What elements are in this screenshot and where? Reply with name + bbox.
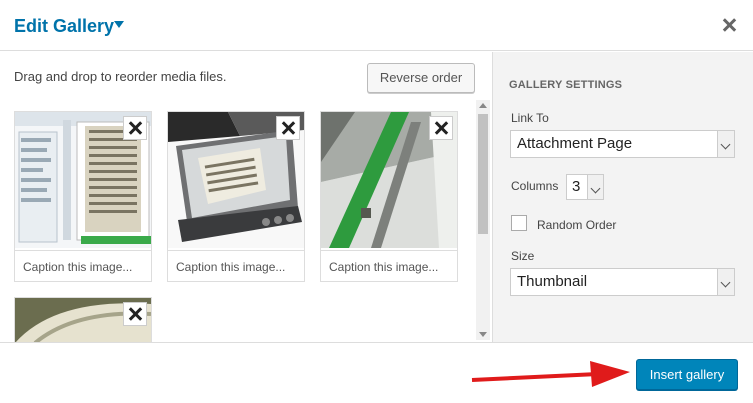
- size-label: Size: [511, 249, 535, 263]
- random-order-label: Random Order: [537, 218, 617, 232]
- columns-select[interactable]: 3: [566, 174, 604, 200]
- chevron-down-icon: [587, 175, 603, 199]
- link-to-select[interactable]: Attachment Page: [510, 130, 735, 158]
- scrollbar[interactable]: [476, 100, 490, 340]
- gallery-item[interactable]: [14, 297, 152, 343]
- link-to-label: Link To: [511, 111, 549, 125]
- settings-title: GALLERY SETTINGS: [509, 79, 623, 91]
- close-icon[interactable]: [719, 15, 739, 35]
- gallery-main: Drag and drop to reorder media files. Re…: [0, 52, 492, 343]
- remove-icon[interactable]: [429, 116, 453, 140]
- reverse-order-button[interactable]: Reverse order: [367, 63, 475, 93]
- scroll-thumb[interactable]: [478, 114, 488, 234]
- columns-value: 3: [572, 178, 581, 195]
- scroll-up-arrow-icon[interactable]: [479, 103, 487, 108]
- scroll-down-arrow-icon[interactable]: [479, 332, 487, 337]
- columns-label: Columns: [511, 179, 559, 193]
- link-to-value: Attachment Page: [517, 135, 633, 152]
- gallery-settings-sidebar: GALLERY SETTINGS Link To Attachment Page…: [492, 52, 753, 342]
- dropdown-caret-icon[interactable]: [114, 21, 124, 28]
- insert-gallery-button[interactable]: Insert gallery: [636, 359, 738, 390]
- page-title[interactable]: Edit Gallery: [14, 16, 114, 37]
- size-value: Thumbnail: [517, 273, 588, 290]
- caption-input[interactable]: Caption this image...: [168, 250, 304, 282]
- gallery-item[interactable]: Caption this image...: [14, 111, 152, 282]
- modal-footer: Insert gallery: [0, 342, 753, 403]
- caption-input[interactable]: Caption this image...: [15, 250, 151, 282]
- caption-input[interactable]: Caption this image...: [321, 250, 457, 282]
- remove-icon[interactable]: [276, 116, 300, 140]
- gallery-item[interactable]: Caption this image...: [167, 111, 305, 282]
- annotation-arrow-icon: [471, 361, 630, 387]
- gallery-item[interactable]: Caption this image...: [320, 111, 458, 282]
- instructions-text: Drag and drop to reorder media files.: [14, 69, 227, 84]
- remove-icon[interactable]: [123, 116, 147, 140]
- random-order-checkbox[interactable]: [511, 215, 527, 231]
- modal-header: Edit Gallery: [0, 0, 753, 51]
- chevron-down-icon: [717, 131, 734, 157]
- remove-icon[interactable]: [123, 302, 147, 326]
- size-select[interactable]: Thumbnail: [510, 268, 735, 296]
- chevron-down-icon: [717, 269, 734, 295]
